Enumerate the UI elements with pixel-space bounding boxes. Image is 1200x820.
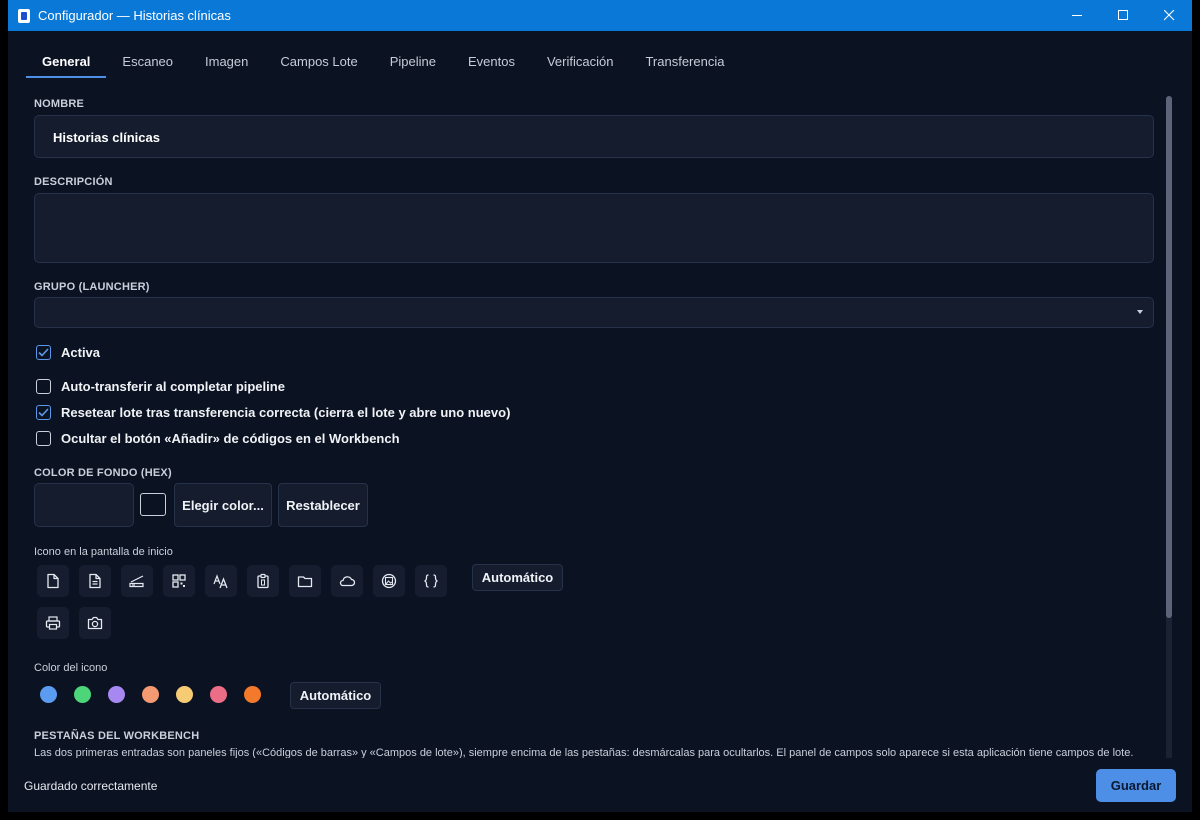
pick-color-button[interactable]: Elegir color...: [174, 483, 272, 527]
tab-escaneo[interactable]: Escaneo: [106, 45, 189, 78]
icon-color-yellow[interactable]: [176, 686, 193, 703]
tab-campos-lote[interactable]: Campos Lote: [264, 45, 373, 78]
checkbox-label: Ocultar el botón «Añadir» de códigos en …: [61, 431, 400, 446]
icon-option-text[interactable]: [205, 565, 237, 597]
scrollbar[interactable]: [1166, 96, 1172, 760]
icon-option-code[interactable]: [415, 565, 447, 597]
workbench-tabs-label: PESTAÑAS DEL WORKBENCH: [34, 730, 200, 742]
clipboard-icon: [257, 573, 269, 589]
scanner-icon: [129, 575, 144, 588]
minimize-icon: [1071, 15, 1082, 16]
window-title: Configurador — Historias clínicas: [38, 8, 231, 23]
icon-option-printer[interactable]: [37, 607, 69, 639]
icon-option-folder[interactable]: [289, 565, 321, 597]
description-textarea[interactable]: [34, 193, 1154, 263]
scrollbar-thumb[interactable]: [1166, 96, 1172, 618]
color-swatch[interactable]: [140, 493, 166, 516]
document-icon: [89, 573, 101, 589]
app-icon: [18, 8, 30, 23]
window-controls: [1054, 0, 1192, 31]
icon-option-camera[interactable]: [79, 607, 111, 639]
file-icon: [47, 573, 59, 589]
checkbox-checked-icon: [36, 345, 51, 360]
folder-icon: [297, 576, 313, 588]
tab-pipeline[interactable]: Pipeline: [374, 45, 452, 78]
title-bar[interactable]: Configurador — Historias clínicas: [8, 0, 1192, 31]
image-icon: [381, 573, 397, 589]
group-select[interactable]: [34, 297, 1154, 328]
tab-imagen[interactable]: Imagen: [189, 45, 264, 78]
general-panel: NOMBRE Historias clínicas DESCRIPCIÓN GR…: [34, 86, 1156, 758]
icon-option-cloud[interactable]: [331, 565, 363, 597]
checkbox-auto-transferir[interactable]: Auto-transferir al completar pipeline: [36, 379, 285, 394]
text-recognition-icon: [213, 574, 228, 589]
checkbox-activa[interactable]: Activa: [36, 345, 100, 360]
config-window: Configurador — Historias clínicas Genera…: [8, 0, 1192, 812]
name-label: NOMBRE: [34, 98, 85, 110]
checkbox-unchecked-icon: [36, 379, 51, 394]
close-button[interactable]: [1146, 0, 1192, 31]
tab-bar: General Escaneo Imagen Campos Lote Pipel…: [26, 45, 740, 78]
icon-option-file[interactable]: [37, 565, 69, 597]
name-input[interactable]: Historias clínicas: [34, 115, 1154, 158]
checkbox-label: Auto-transferir al completar pipeline: [61, 379, 285, 394]
checkbox-unchecked-icon: [36, 431, 51, 446]
icon-color-auto-button[interactable]: Automático: [290, 682, 381, 709]
minimize-button[interactable]: [1054, 0, 1100, 31]
save-button[interactable]: Guardar: [1096, 769, 1176, 802]
tab-transferencia[interactable]: Transferencia: [629, 45, 740, 78]
icon-color-blue[interactable]: [40, 686, 57, 703]
icon-option-image[interactable]: [373, 565, 405, 597]
name-input-value: Historias clínicas: [53, 130, 160, 145]
icon-option-qr[interactable]: [163, 565, 195, 597]
home-icon-auto-button[interactable]: Automático: [472, 564, 563, 591]
bg-color-label: COLOR DE FONDO (HEX): [34, 467, 172, 479]
icon-color-label: Color del icono: [34, 662, 108, 674]
maximize-button[interactable]: [1100, 0, 1146, 31]
group-label: GRUPO (LAUNCHER): [34, 281, 150, 293]
tab-verificacion[interactable]: Verificación: [531, 45, 629, 78]
icon-color-salmon[interactable]: [142, 686, 159, 703]
checkbox-label: Resetear lote tras transferencia correct…: [61, 405, 511, 420]
description-label: DESCRIPCIÓN: [34, 176, 113, 188]
icon-color-green[interactable]: [74, 686, 91, 703]
qr-code-icon: [172, 574, 186, 588]
tab-eventos[interactable]: Eventos: [452, 45, 531, 78]
icon-option-clipboard[interactable]: [247, 565, 279, 597]
bg-color-input[interactable]: [34, 483, 134, 527]
checkbox-label: Activa: [61, 345, 101, 360]
camera-icon: [87, 616, 103, 630]
icon-color-orange[interactable]: [244, 686, 261, 703]
icon-color-purple[interactable]: [108, 686, 125, 703]
checkbox-ocultar-anadir[interactable]: Ocultar el botón «Añadir» de códigos en …: [36, 431, 400, 446]
code-braces-icon: [423, 574, 439, 588]
footer-bar: Guardado correctamente Guardar: [8, 758, 1192, 812]
tab-general[interactable]: General: [26, 45, 107, 78]
checkbox-resetear-lote[interactable]: Resetear lote tras transferencia correct…: [36, 405, 510, 420]
reset-color-button[interactable]: Restablecer: [278, 483, 368, 527]
chevron-down-icon: [1137, 310, 1143, 314]
close-icon: [1163, 10, 1174, 21]
printer-icon: [45, 616, 61, 630]
icon-color-pink[interactable]: [210, 686, 227, 703]
maximize-icon: [1117, 10, 1128, 20]
icon-option-document[interactable]: [79, 565, 111, 597]
workbench-help-text: Las dos primeras entradas son paneles fi…: [34, 747, 1134, 758]
home-icon-label: Icono en la pantalla de inicio: [34, 546, 173, 558]
status-message: Guardado correctamente: [24, 779, 158, 793]
icon-option-scanner[interactable]: [121, 565, 153, 597]
cloud-icon: [339, 576, 356, 587]
checkbox-checked-icon: [36, 405, 51, 420]
